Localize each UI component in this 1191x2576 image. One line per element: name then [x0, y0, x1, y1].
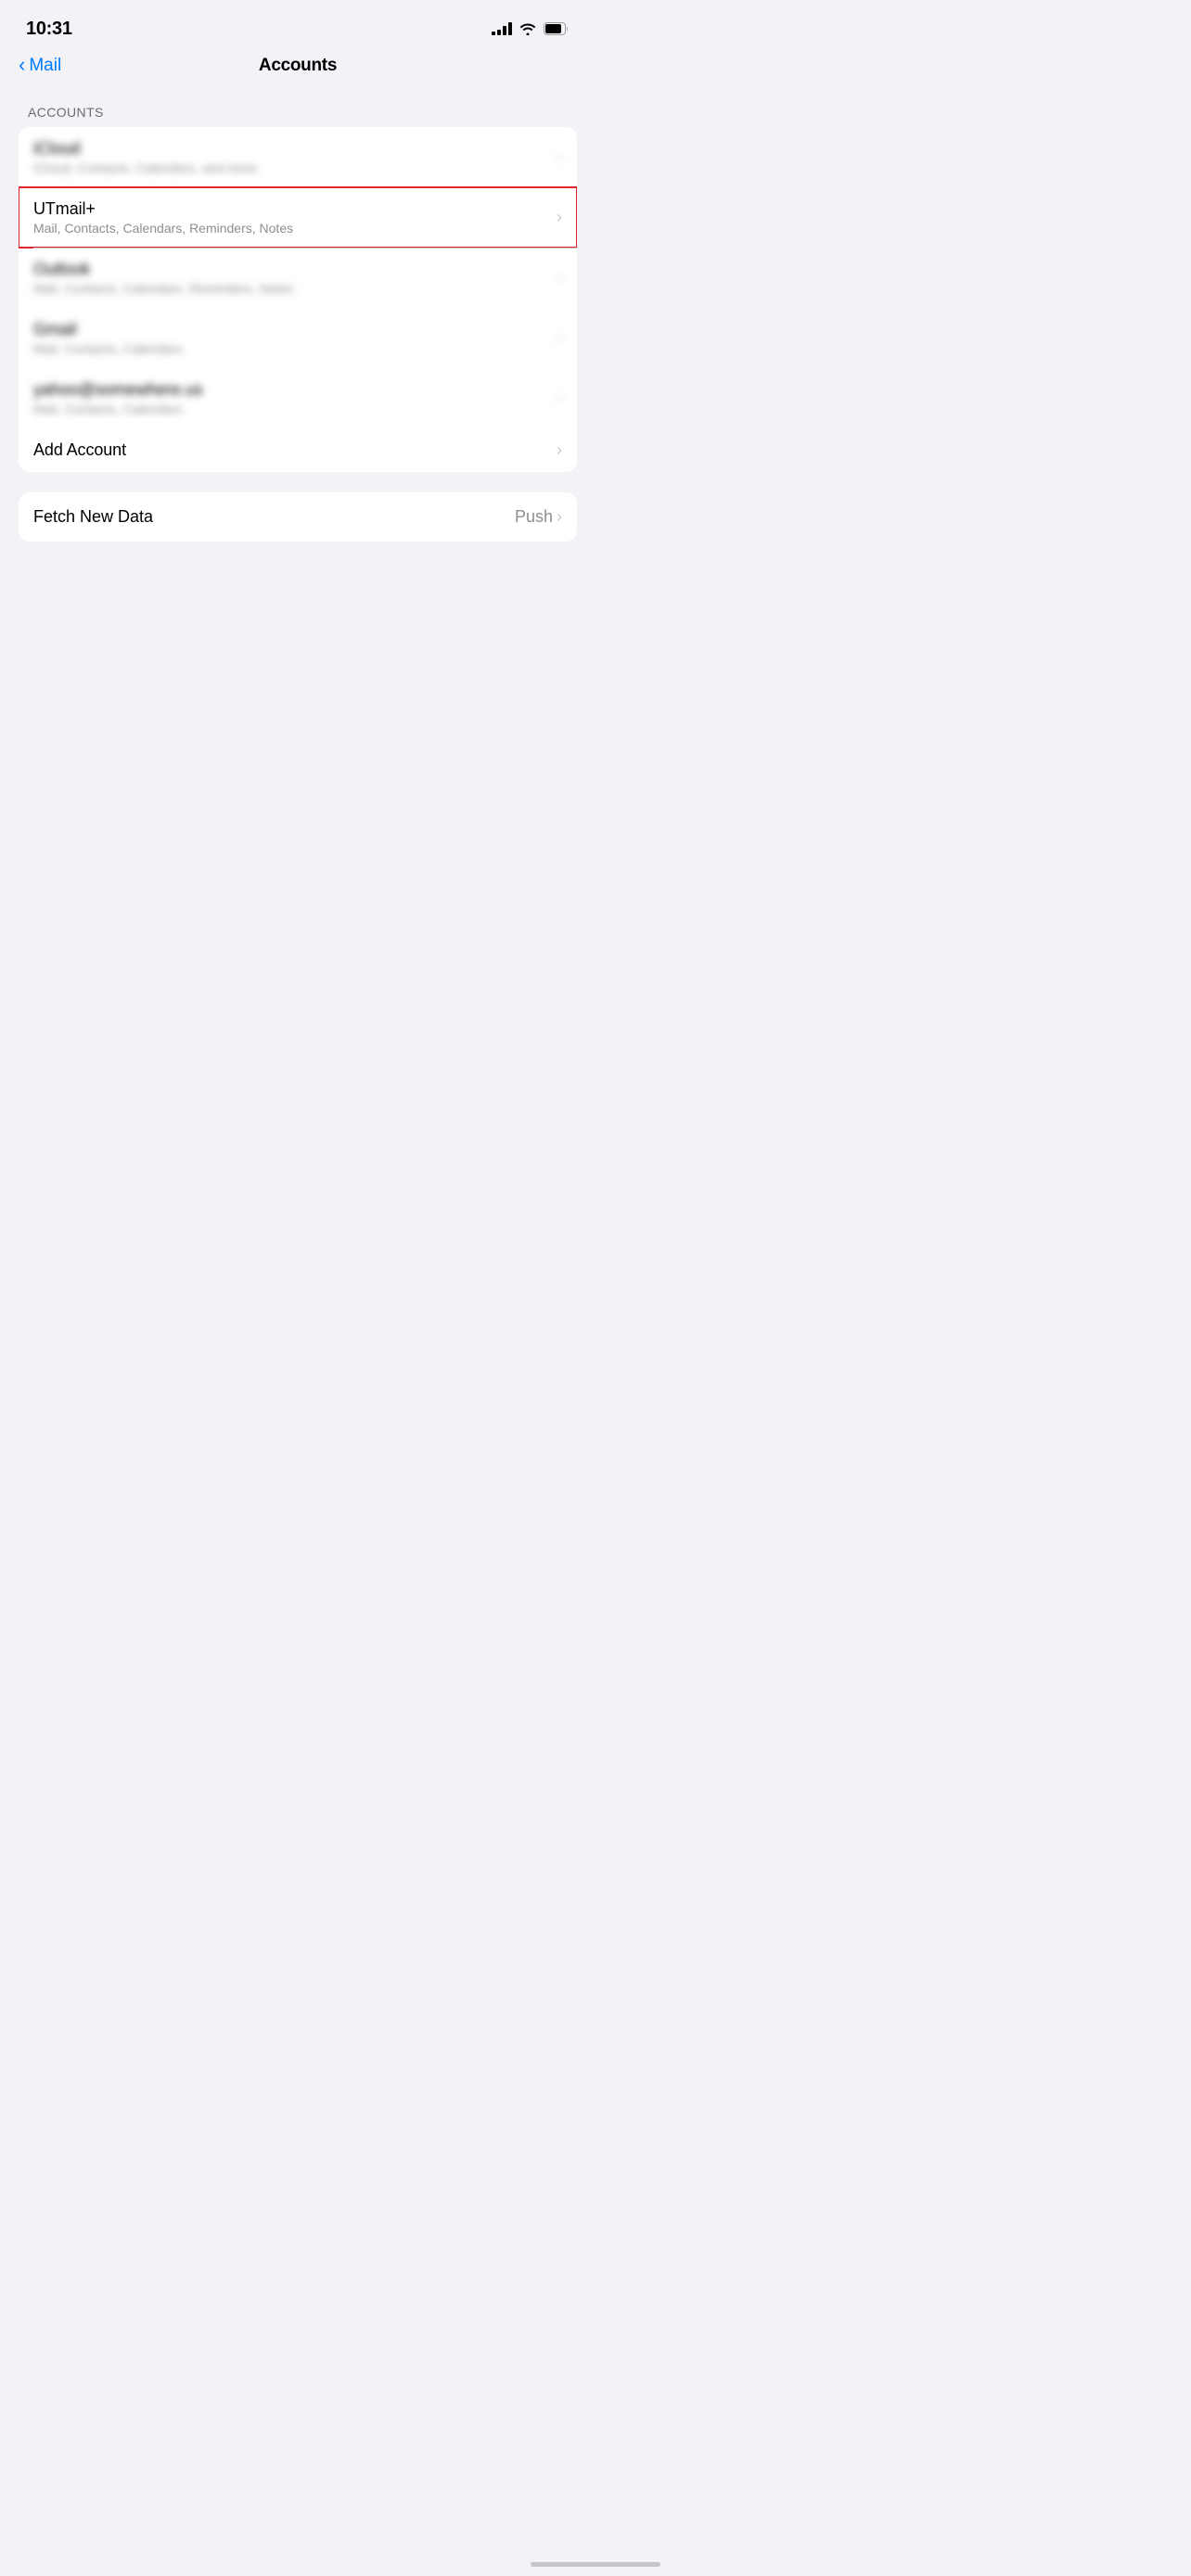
- add-account-label: Add Account: [33, 440, 549, 460]
- fetch-new-data-label: Fetch New Data: [33, 507, 153, 527]
- fetch-new-data-value: Push: [515, 507, 553, 527]
- account-outlook-content: Outlook Mail, Contacts, Calendars, Remin…: [33, 260, 549, 296]
- battery-icon: [544, 22, 570, 35]
- fetch-new-data-card[interactable]: Fetch New Data Push ›: [19, 492, 577, 542]
- account-item-outlook[interactable]: Outlook Mail, Contacts, Calendars, Remin…: [19, 248, 577, 308]
- account-utmail-subtitle: Mail, Contacts, Calendars, Reminders, No…: [33, 221, 549, 236]
- chevron-right-icon: ›: [557, 328, 562, 348]
- nav-bar: ‹ Mail Accounts: [0, 50, 596, 86]
- home-indicator: [531, 2562, 660, 2567]
- account-outlook-subtitle: Mail, Contacts, Calendars, Reminders, No…: [33, 281, 549, 296]
- account-icloud-title: iCloud: [33, 139, 549, 159]
- chevron-right-icon: ›: [557, 440, 562, 460]
- account-yahoo-content: yahoo@somewhere.us Mail, Contacts, Calen…: [33, 380, 549, 416]
- account-item-yahoo[interactable]: yahoo@somewhere.us Mail, Contacts, Calen…: [19, 368, 577, 428]
- status-icons: [492, 22, 570, 35]
- chevron-right-icon: ›: [557, 268, 562, 287]
- account-item-icloud[interactable]: iCloud iCloud, Contacts, Calendars, and …: [19, 127, 577, 187]
- back-button[interactable]: ‹ Mail: [19, 54, 61, 77]
- account-outlook-title: Outlook: [33, 260, 549, 279]
- chevron-right-icon: ›: [557, 147, 562, 167]
- chevron-right-icon: ›: [557, 208, 562, 227]
- chevron-left-icon: ‹: [19, 53, 25, 77]
- chevron-right-icon: ›: [557, 507, 562, 527]
- signal-icon: [492, 22, 512, 35]
- account-gmail-subtitle: Mail, Contacts, Calendars: [33, 341, 549, 356]
- account-gmail-content: Gmail Mail, Contacts, Calendars: [33, 320, 549, 356]
- account-item-gmail[interactable]: Gmail Mail, Contacts, Calendars ›: [19, 308, 577, 368]
- account-icloud-content: iCloud iCloud, Contacts, Calendars, and …: [33, 139, 549, 175]
- back-label: Mail: [29, 56, 61, 76]
- account-utmail-content: UTmail+ Mail, Contacts, Calendars, Remin…: [33, 199, 549, 236]
- accounts-section-header: ACCOUNTS: [0, 86, 596, 127]
- fetch-new-data-value-group: Push ›: [515, 507, 562, 527]
- status-bar: 10:31: [0, 0, 596, 50]
- page-title: Accounts: [259, 56, 337, 76]
- account-yahoo-title: yahoo@somewhere.us: [33, 380, 549, 400]
- accounts-list: iCloud iCloud, Contacts, Calendars, and …: [19, 127, 577, 472]
- account-icloud-subtitle: iCloud, Contacts, Calendars, and more: [33, 160, 549, 175]
- account-item-utmail[interactable]: UTmail+ Mail, Contacts, Calendars, Remin…: [19, 187, 577, 248]
- status-time: 10:31: [26, 19, 72, 40]
- fetch-new-data-item[interactable]: Fetch New Data Push ›: [19, 492, 577, 542]
- account-gmail-title: Gmail: [33, 320, 549, 339]
- add-account-content: Add Account: [33, 440, 549, 460]
- wifi-icon: [519, 23, 536, 35]
- account-yahoo-subtitle: Mail, Contacts, Calendars: [33, 402, 549, 416]
- add-account-item[interactable]: Add Account ›: [19, 428, 577, 472]
- chevron-right-icon: ›: [557, 389, 562, 408]
- account-utmail-title: UTmail+: [33, 199, 549, 219]
